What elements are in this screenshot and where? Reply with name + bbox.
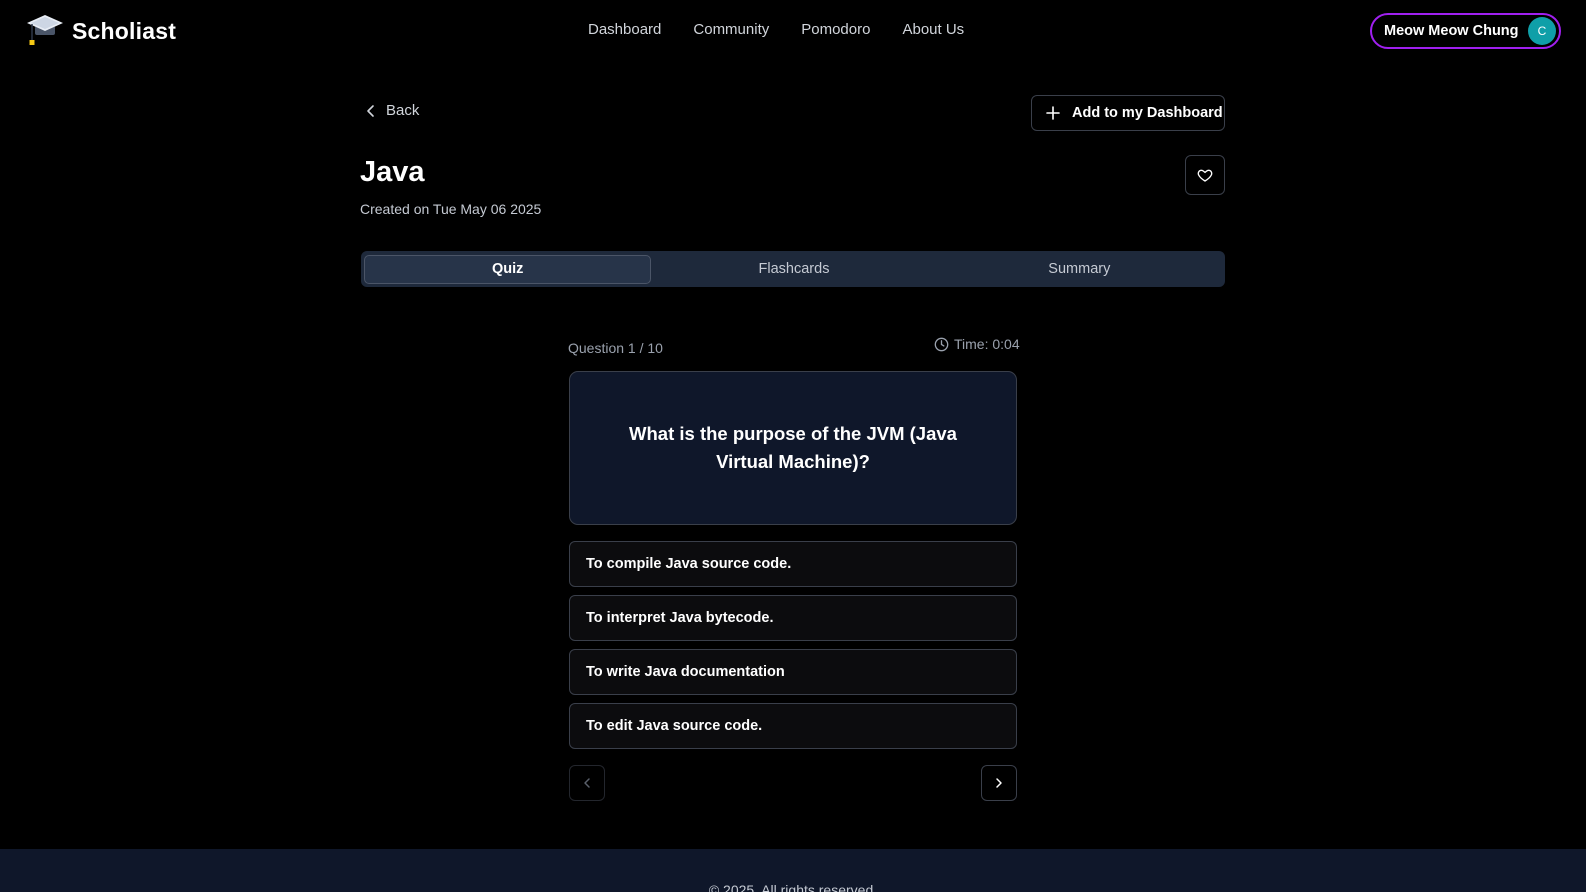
user-menu-button[interactable]: Meow Meow Chung C — [1370, 13, 1561, 49]
question-text: What is the purpose of the JVM (Java Vir… — [629, 423, 957, 472]
back-label: Back — [386, 102, 420, 119]
answer-option[interactable]: To compile Java source code. — [569, 541, 1017, 587]
brand-logo[interactable]: Scholiast — [26, 12, 176, 50]
clock-icon — [934, 337, 949, 351]
add-to-dashboard-button[interactable]: Add to my Dashboard — [1031, 95, 1225, 131]
answer-option[interactable]: To write Java documentation — [569, 649, 1017, 695]
footer: © 2025. All rights reserved. — [0, 849, 1586, 892]
favorite-button[interactable] — [1185, 155, 1225, 195]
brand-name: Scholiast — [72, 17, 177, 44]
page-title: Java — [360, 156, 425, 188]
nav-community[interactable]: Community — [693, 21, 769, 38]
tab-summary[interactable]: Summary — [937, 255, 1222, 284]
avatar: C — [1528, 17, 1556, 45]
nav-pomodoro[interactable]: Pomodoro — [801, 21, 870, 38]
add-to-dashboard-label: Add to my Dashboard — [1072, 105, 1223, 121]
back-button[interactable]: Back — [364, 102, 419, 119]
content-tabs: Quiz Flashcards Summary — [361, 251, 1225, 287]
answer-option[interactable]: To interpret Java bytecode. — [569, 595, 1017, 641]
created-date: Created on Tue May 06 2025 — [360, 201, 542, 217]
chevron-left-icon — [584, 778, 590, 788]
heart-icon — [1197, 169, 1213, 182]
timer-label: Time: 0:04 — [954, 336, 1020, 352]
nav-about-us[interactable]: About Us — [902, 21, 964, 38]
main-nav: Dashboard Community Pomodoro About Us — [588, 21, 964, 38]
top-navbar: Scholiast Dashboard Community Pomodoro A… — [0, 0, 1586, 62]
user-name: Meow Meow Chung — [1384, 23, 1519, 39]
question-card: What is the purpose of the JVM (Java Vir… — [569, 371, 1017, 525]
chevron-left-icon — [367, 104, 374, 117]
footer-copyright: © 2025. All rights reserved. — [708, 882, 878, 892]
chevron-right-icon — [996, 778, 1002, 788]
previous-question-button[interactable] — [569, 765, 605, 801]
plus-icon — [1046, 106, 1060, 120]
question-counter: Question 1 / 10 — [568, 340, 663, 356]
next-question-button[interactable] — [981, 765, 1017, 801]
tab-flashcards[interactable]: Flashcards — [651, 255, 936, 284]
tab-quiz[interactable]: Quiz — [364, 254, 652, 284]
nav-dashboard[interactable]: Dashboard — [588, 21, 661, 38]
answer-option[interactable]: To edit Java source code. — [569, 703, 1017, 749]
quiz-timer: Time: 0:04 — [934, 336, 1020, 352]
graduation-cap-icon — [27, 15, 63, 45]
